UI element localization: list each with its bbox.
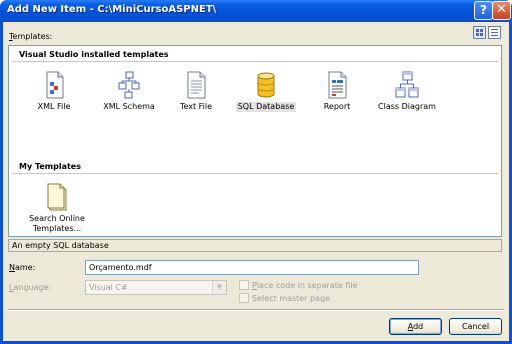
- cancel-button[interactable]: Cancel: [449, 318, 502, 335]
- template-description: An empty SQL database: [8, 239, 502, 252]
- large-icons-view-button[interactable]: [473, 26, 486, 39]
- xml-schema-icon: [116, 71, 142, 99]
- search-online-templates-icon: [44, 183, 70, 211]
- template-label-line2: Templates...: [32, 224, 82, 233]
- language-value: Visual C#: [89, 283, 128, 292]
- section-divider: [12, 173, 498, 174]
- help-button[interactable]: ?: [474, 1, 493, 20]
- add-new-item-dialog: Add New Item - C:\MiniCursoASPNET\ ? ✕ T…: [0, 0, 512, 344]
- template-label: XML Schema: [103, 102, 155, 111]
- section-header-installed: Visual Studio installed templates: [19, 50, 169, 59]
- master-page-checkbox[interactable]: [239, 293, 249, 303]
- close-button[interactable]: ✕: [492, 1, 511, 20]
- separate-file-checkbox[interactable]: [239, 280, 249, 290]
- dialog-client-area: Templates: Visual Studio installed templ…: [3, 22, 509, 341]
- template-label: SQL Database: [235, 102, 297, 112]
- template-report[interactable]: Report: [302, 71, 372, 112]
- window-title: Add New Item - C:\MiniCursoASPNET\: [7, 4, 217, 15]
- sql-database-icon: [253, 71, 279, 99]
- section-divider: [12, 61, 498, 62]
- templates-label: Templates:: [9, 32, 53, 41]
- template-xml-file[interactable]: XML File: [19, 71, 89, 112]
- section-header-my-templates: My Templates: [19, 162, 81, 171]
- master-page-label: Select master page: [252, 294, 330, 303]
- language-label: Language:: [9, 283, 52, 292]
- chevron-down-icon: ▼: [212, 281, 226, 294]
- template-sql-database[interactable]: SQL Database: [231, 71, 301, 112]
- template-label: Text File: [179, 102, 213, 111]
- add-button[interactable]: Add: [389, 318, 442, 335]
- language-select[interactable]: Visual C# ▼: [85, 280, 227, 295]
- templates-list[interactable]: Visual Studio installed templates XML Fi…: [8, 45, 502, 237]
- template-label: Class Diagram: [378, 102, 436, 111]
- title-bar[interactable]: Add New Item - C:\MiniCursoASPNET\ ? ✕: [0, 0, 512, 22]
- separator: [8, 309, 504, 311]
- template-label-line1: Search Online: [29, 214, 85, 223]
- template-label: Report: [323, 102, 351, 111]
- template-class-diagram[interactable]: Class Diagram: [372, 71, 442, 112]
- template-search-online[interactable]: Search Online Templates...: [22, 183, 92, 234]
- class-diagram-icon: [394, 71, 420, 99]
- template-xml-schema[interactable]: XML Schema: [94, 71, 164, 112]
- name-input[interactable]: Orçamento.mdf: [85, 260, 419, 275]
- template-text-file[interactable]: Text File: [161, 71, 231, 112]
- name-label: Name:: [9, 263, 36, 272]
- report-icon: [324, 71, 350, 99]
- template-label: XML File: [37, 102, 71, 111]
- separate-file-label: Place code in separate file: [252, 281, 358, 290]
- text-file-icon: [183, 71, 209, 99]
- xml-file-icon: [41, 71, 67, 99]
- small-icons-view-button[interactable]: [488, 26, 501, 39]
